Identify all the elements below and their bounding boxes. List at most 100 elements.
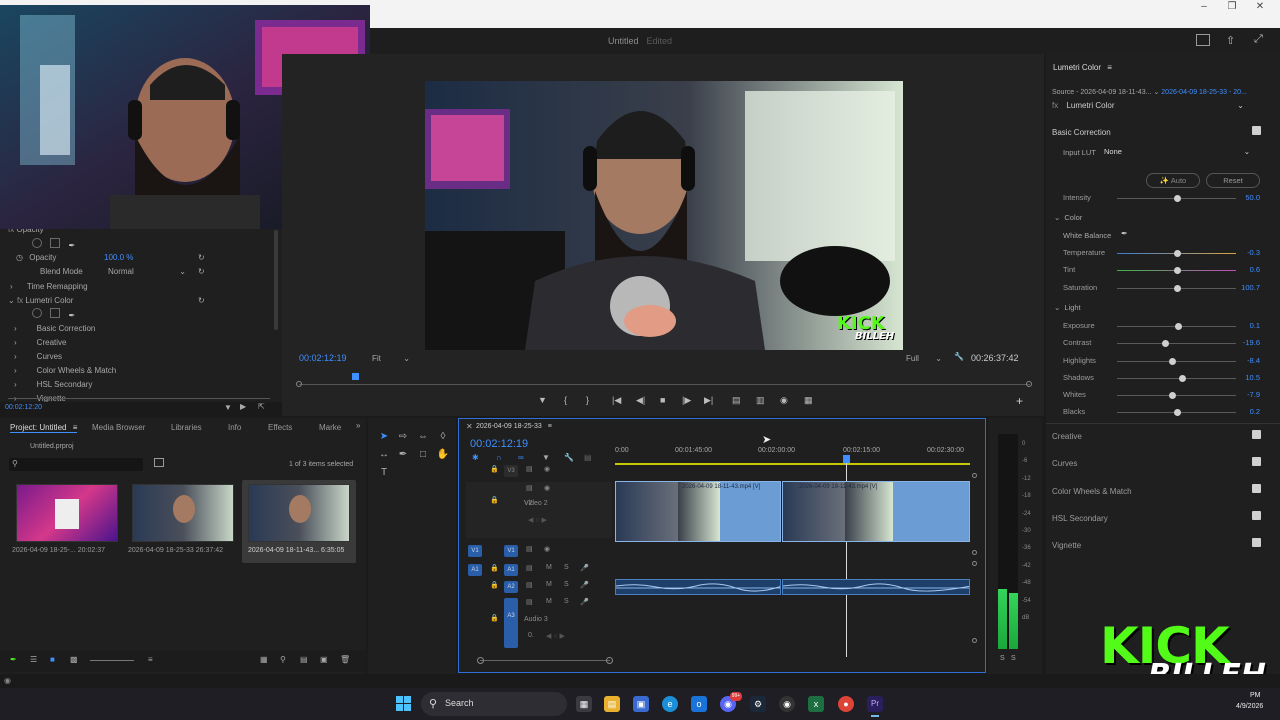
write-mode-icon[interactable]: ✒ (10, 655, 17, 664)
section-color-wheels[interactable]: Color Wheels & Match (1052, 487, 1132, 496)
comparison-view-icon[interactable]: ▦ (804, 395, 813, 406)
slip-tool-icon[interactable]: ↔ (377, 448, 391, 462)
slider-knob[interactable] (1168, 358, 1176, 365)
slider-blacks[interactable]: Blacks 0.2 (1063, 407, 1263, 419)
timeline-timecode[interactable]: 00:02:12:19 (470, 438, 528, 450)
video-clip[interactable]: 2026-04-09 18-11-43.mp4 [V] (782, 481, 970, 542)
meter-solo-left[interactable]: S (1000, 655, 1005, 662)
restore-icon[interactable]: ❐ (1218, 0, 1246, 14)
slider-knob[interactable] (1173, 250, 1181, 257)
lumetri-sub-item[interactable]: › HSL Secondary (14, 380, 214, 394)
automate-icon[interactable]: ▦ (260, 655, 268, 664)
find-icon[interactable]: ⚲ (280, 655, 286, 664)
go-to-in-icon[interactable]: |◀ (612, 395, 621, 406)
opacity-value[interactable]: 100.0 % (104, 253, 133, 262)
project-item-selected[interactable]: 2026-04-09 18-11-43... 6:35:05 (242, 480, 356, 563)
slider-value[interactable]: 100.7 (1240, 283, 1260, 292)
step-forward-icon[interactable]: |▶ (682, 395, 691, 406)
more-tabs-icon[interactable]: » (356, 421, 360, 430)
track-target-v1[interactable]: V1 (504, 545, 518, 557)
extract-icon[interactable]: ▥ (756, 395, 765, 406)
zoom-handle-right[interactable] (606, 657, 613, 664)
slider-knob[interactable] (1173, 285, 1181, 292)
lock-icon[interactable]: 🔒 (490, 496, 499, 504)
slider-knob[interactable] (1173, 267, 1181, 274)
creative-checkbox[interactable] (1252, 430, 1261, 439)
filter-icon[interactable]: ▼ (224, 403, 232, 412)
timeline-vertical-scroll[interactable] (972, 473, 977, 653)
icon-view-icon[interactable]: ■ (50, 655, 55, 664)
stopwatch-icon[interactable]: ◷ (16, 253, 23, 262)
mark-in-icon[interactable]: { (564, 395, 567, 405)
lumetri-source[interactable]: Source - 2026-04-09 18-11-43... ⌄ 2026-0… (1052, 88, 1274, 96)
marker-icon[interactable]: ▼ (538, 395, 547, 405)
section-creative[interactable]: Creative (1052, 432, 1082, 441)
captions-icon[interactable]: ▤ (584, 453, 592, 462)
timeline-zoom-scroll[interactable] (480, 660, 610, 661)
nest-toggle-icon[interactable]: ✱ (472, 453, 479, 462)
slider-value[interactable]: -8.4 (1240, 356, 1260, 365)
taskbar-search[interactable]: ⚲ Search (421, 692, 567, 716)
fullscreen-icon[interactable]: ⤢ (1254, 33, 1263, 46)
solo-button[interactable]: S (564, 581, 569, 588)
settings-wrench-icon[interactable]: 🔧 (954, 352, 964, 361)
pen-mask-icon[interactable]: ✒ (68, 241, 75, 250)
slider-track[interactable] (1117, 375, 1236, 382)
search-input[interactable]: ⚲ (9, 458, 143, 471)
timeline-playhead-handle[interactable] (843, 455, 850, 463)
slider-exposure[interactable]: Exposure 0.1 (1063, 321, 1263, 333)
video-clip[interactable]: 2026-04-09 18-11-43.mp4 [V] (615, 481, 781, 542)
lumetri-sub-item[interactable]: › Creative (14, 338, 214, 352)
track-target-a1[interactable]: A1 (504, 564, 518, 576)
basic-correction-checkbox[interactable] (1252, 126, 1261, 135)
slider-value[interactable]: 10.5 (1240, 373, 1260, 382)
slider-intensity[interactable]: Intensity 50.0 (1063, 193, 1263, 205)
lumetri-fx-select[interactable]: fx Lumetri Color ⌄ (1052, 101, 1244, 110)
pen-tool-icon[interactable]: ✒ (396, 448, 410, 462)
program-video-frame[interactable]: KICK BILLEH (425, 81, 903, 350)
slider-track[interactable] (1117, 340, 1236, 347)
list-view-icon[interactable]: ☰ (30, 655, 37, 664)
slider-knob[interactable] (1173, 195, 1181, 202)
obs-icon[interactable]: ◉ (779, 696, 795, 712)
mute-button[interactable]: M (546, 581, 552, 588)
meter-solo-right[interactable]: S (1011, 655, 1016, 662)
tab-media-browser[interactable]: Media Browser (92, 423, 145, 432)
sync-lock-icon[interactable]: ▤ (526, 465, 533, 473)
sync-lock-icon[interactable]: ▤ (526, 545, 533, 553)
microphone-icon[interactable]: 🎤 (580, 581, 589, 589)
lift-icon[interactable]: ▤ (732, 395, 741, 406)
slider-knob[interactable] (1173, 409, 1181, 416)
reset-icon[interactable]: ↻ (198, 296, 205, 305)
time-remapping-row[interactable]: › Time Remapping (8, 282, 208, 296)
time-ruler[interactable]: 0:00 00:01:45:00 00:02:00:00 00:02:15:00… (615, 443, 970, 467)
slider-track[interactable] (1117, 409, 1236, 416)
task-view-icon[interactable]: ▦ (576, 696, 592, 712)
eyedropper-icon[interactable]: ✒ (1121, 229, 1128, 238)
clear-icon[interactable]: 🗑 (340, 655, 350, 664)
section-curves[interactable]: Curves (1052, 459, 1077, 468)
linked-selection-icon[interactable]: ∞ (518, 453, 524, 462)
tab-markers[interactable]: Marke (319, 423, 341, 432)
solo-button[interactable]: S (564, 564, 569, 571)
excel-icon[interactable]: x (808, 696, 824, 712)
slider-whites[interactable]: Whites -7.9 (1063, 390, 1263, 402)
mute-button[interactable]: M (546, 564, 552, 571)
work-area-bar[interactable] (615, 463, 970, 465)
play-only-icon[interactable]: ▶ (240, 402, 246, 411)
track-target-a2[interactable]: A2 (504, 581, 518, 593)
section-light[interactable]: ⌄ Light (1054, 303, 1081, 312)
slider-shadows[interactable]: Shadows 10.5 (1063, 373, 1263, 385)
hsl-secondary-checkbox[interactable] (1252, 511, 1261, 520)
slider-track[interactable] (1117, 195, 1236, 202)
sync-lock-icon[interactable]: ▤ (526, 598, 533, 606)
sequence-tab[interactable]: 2026-04-09 18-25-33 ≡ (476, 423, 552, 430)
scrub-start-handle[interactable] (296, 381, 302, 387)
blend-mode-select[interactable]: Normal ⌄ (108, 267, 186, 276)
timeline-settings-icon[interactable]: 🔧 (564, 453, 574, 462)
zoom-handle-left[interactable] (477, 657, 484, 664)
curves-checkbox[interactable] (1252, 457, 1261, 466)
project-item[interactable]: 2026-04-09 18-25-... 20:02:37 (12, 480, 127, 554)
sync-lock-icon[interactable]: ▤ (526, 564, 533, 572)
slider-temperature[interactable]: Temperature -0.3 (1063, 248, 1263, 260)
